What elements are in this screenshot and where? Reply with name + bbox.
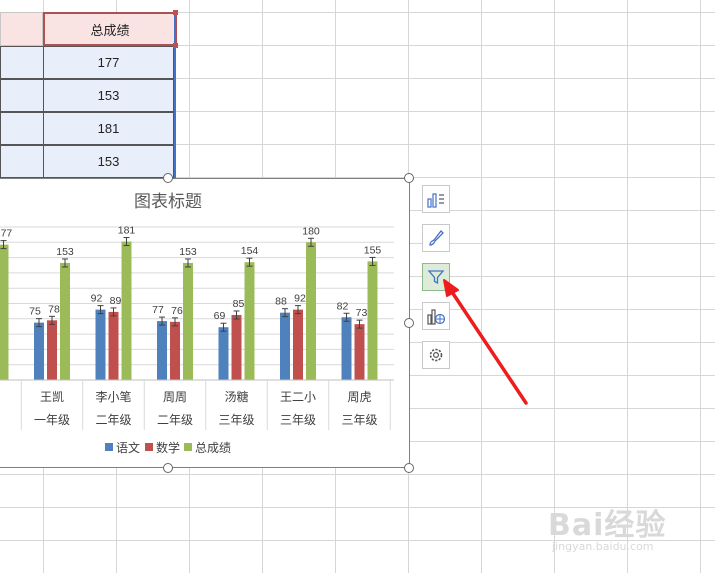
watermark-brand: Bai经验 [548, 508, 667, 543]
annotation-arrow [443, 279, 528, 405]
baidu-jingyan-watermark: Bai经验 jingyan.baidu.com [548, 500, 708, 560]
watermark-url: jingyan.baidu.com [552, 540, 654, 553]
